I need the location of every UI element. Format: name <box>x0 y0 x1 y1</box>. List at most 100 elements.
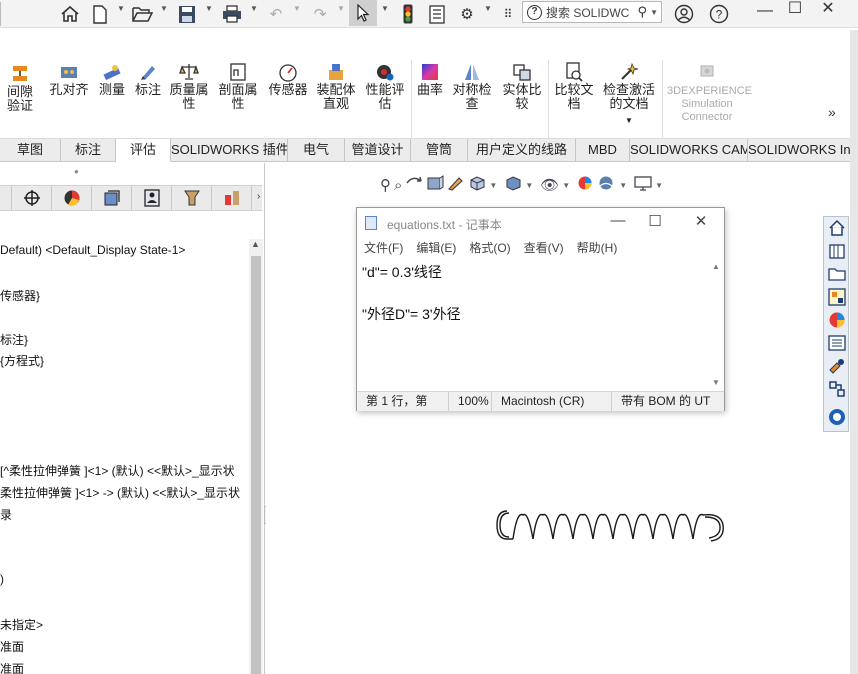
tab-mbd[interactable]: MBD <box>576 139 630 162</box>
tab-piping[interactable]: 管道设计 <box>345 139 411 162</box>
assemblyxpert-button[interactable]: 装配体直观 <box>314 62 358 111</box>
fluent-ui-icon[interactable]: ⠿ <box>498 2 518 26</box>
performance-evaluation-button[interactable]: 性能评估 <box>363 62 407 111</box>
dynamic-annotation-view-icon[interactable] <box>447 175 465 195</box>
apply-scene-icon[interactable] <box>598 175 616 195</box>
cam-operation-icon[interactable] <box>212 186 252 210</box>
view-orientation-dropdown-icon[interactable]: ▼ <box>489 181 497 190</box>
help-icon[interactable]: ? <box>707 2 731 26</box>
panel-tab-hidden[interactable] <box>0 186 12 210</box>
tree-item-sensors[interactable]: 传感器} <box>0 287 40 304</box>
tab-markup[interactable]: 标注 <box>61 139 116 162</box>
tree-item-spring-part-2[interactable]: 柔性拉伸弹簧 ]<1> -> (默认) <<默认>_显示状 <box>0 484 240 501</box>
3dexperience-icon[interactable] <box>827 408 847 428</box>
open-dropdown-icon[interactable]: ▼ <box>160 4 168 13</box>
tab-evaluate[interactable]: 评估 <box>116 139 171 162</box>
undo-icon[interactable]: ↶ <box>265 2 287 26</box>
notepad-minimize-button[interactable]: — <box>603 212 633 229</box>
tab-solidworks-cam[interactable]: SOLIDWORKS CAM <box>630 139 748 162</box>
edit-appearance-icon[interactable] <box>577 175 595 195</box>
home-icon[interactable] <box>58 2 82 26</box>
notepad-title-bar[interactable]: equations.txt - 记事本 — ☐ ✕ <box>357 208 724 238</box>
tree-item-configuration[interactable]: Default) <Default_Display State-1> <box>0 243 185 257</box>
curvature-button[interactable]: 曲率 <box>414 62 446 97</box>
user-account-icon[interactable] <box>672 2 696 26</box>
custom-properties-icon[interactable] <box>827 334 847 354</box>
tab-user-defined-route[interactable]: 用户定义的线路 <box>468 139 576 162</box>
sensor-button[interactable]: 传感器 <box>266 62 310 97</box>
options-dropdown-icon[interactable]: ▼ <box>484 4 492 13</box>
section-view-icon[interactable] <box>426 175 444 195</box>
view-settings-dropdown-icon[interactable]: ▼ <box>655 181 663 190</box>
save-icon[interactable] <box>176 2 198 26</box>
tree-item-spring-part-1[interactable]: [^柔性拉伸弹簧 ]<1> (默认) <<默认>_显示状 <box>0 462 235 479</box>
apply-scene-dropdown-icon[interactable]: ▼ <box>619 181 627 190</box>
minimize-button[interactable]: — <box>750 2 780 22</box>
check-active-dropdown-icon[interactable]: ▼ <box>600 114 658 128</box>
notepad-maximize-button[interactable]: ☐ <box>640 212 670 230</box>
tree-item-annotations[interactable]: 标注} <box>0 331 28 348</box>
notepad-scrollbar[interactable]: ▲ ▼ <box>709 258 723 391</box>
restore-button[interactable]: ☐ <box>780 0 810 20</box>
tab-sketch[interactable]: 草图 <box>0 139 61 162</box>
view-orientation-icon[interactable] <box>468 175 486 195</box>
display-manager-icon[interactable] <box>132 186 172 210</box>
menu-format[interactable]: 格式(O) <box>469 238 510 258</box>
file-explorer-icon[interactable] <box>827 265 847 285</box>
compare-bodies-button[interactable]: 实体比较 <box>500 62 544 111</box>
3d-interconnect-icon[interactable] <box>827 380 847 400</box>
zoom-to-fit-icon[interactable]: ⚲ <box>380 176 391 194</box>
menu-help[interactable]: 帮助(H) <box>577 238 618 258</box>
menu-file[interactable]: 文件(F) <box>364 238 403 258</box>
appearances-scenes-icon[interactable] <box>827 311 847 331</box>
panel-tabs-more-icon[interactable]: › <box>257 191 260 202</box>
notepad-text-area[interactable]: "d"= 0.3'线径 "外径D"= 3'外径 <box>359 258 709 391</box>
tab-solidworks-inspection[interactable]: SOLIDWORKS In... <box>748 139 850 162</box>
tab-solidworks-addins[interactable]: SOLIDWORKS 插件 <box>171 139 288 162</box>
scrollbar-thumb[interactable] <box>251 256 261 674</box>
symmetry-check-button[interactable]: 对称检查 <box>450 62 494 111</box>
dimxpert-icon[interactable] <box>92 186 132 210</box>
spring-model[interactable] <box>493 505 728 545</box>
tab-tubing[interactable]: 管筒 <box>411 139 468 162</box>
notepad-scroll-up-icon[interactable]: ▲ <box>712 262 720 271</box>
tab-electrical[interactable]: 电气 <box>288 139 345 162</box>
display-style-dropdown-icon[interactable]: ▼ <box>525 181 533 190</box>
new-document-icon[interactable] <box>89 2 111 26</box>
open-icon[interactable] <box>131 2 155 26</box>
property-manager-icon[interactable] <box>12 186 52 210</box>
clearance-verification-button[interactable]: 间隙验证 <box>0 64 40 113</box>
panel-grip-icon[interactable]: ● <box>74 167 79 176</box>
section-properties-button[interactable]: 剖面属性 <box>216 62 260 111</box>
previous-view-icon[interactable] <box>405 175 423 195</box>
search-dropdown-icon[interactable]: ▼ <box>650 8 658 17</box>
redo-dropdown-icon[interactable]: ▼ <box>337 4 345 13</box>
options-gear-icon[interactable]: ⚙ <box>456 2 478 26</box>
tree-item-paren[interactable]: ) <box>0 572 4 586</box>
print-dropdown-icon[interactable]: ▼ <box>250 4 258 13</box>
search-icon[interactable]: ⚲ <box>638 4 648 20</box>
new-dropdown-icon[interactable]: ▼ <box>117 4 125 13</box>
hide-show-dropdown-icon[interactable]: ▼ <box>562 181 570 190</box>
ribbon-more-icon[interactable]: » <box>828 104 836 120</box>
tree-item-history[interactable]: 录 <box>0 506 12 523</box>
configuration-manager-icon[interactable] <box>52 186 92 210</box>
print-icon[interactable] <box>220 2 244 26</box>
redo-icon[interactable]: ↷ <box>309 2 331 26</box>
3dexperience-simulation-connector-button[interactable]: 3DEXPERIENCE Simulation Connector <box>666 64 752 124</box>
mass-properties-button[interactable]: 质量属性 <box>168 62 210 111</box>
scroll-up-icon[interactable]: ▲ <box>251 239 260 249</box>
menu-edit[interactable]: 编辑(E) <box>416 238 456 258</box>
file-properties-icon[interactable] <box>426 2 448 26</box>
tree-item-equations[interactable]: {方程式} <box>0 352 44 369</box>
notepad-window[interactable]: equations.txt - 记事本 — ☐ ✕ 文件(F) 编辑(E) 格式… <box>356 207 725 411</box>
undo-dropdown-icon[interactable]: ▼ <box>293 4 301 13</box>
markup-button[interactable]: 标注 <box>133 62 163 97</box>
solidworks-resources-icon[interactable] <box>827 219 847 239</box>
view-palette-icon[interactable] <box>827 288 847 308</box>
menu-view[interactable]: 查看(V) <box>524 238 564 258</box>
cam-feature-icon[interactable] <box>172 186 212 210</box>
tree-scrollbar[interactable]: ▲ <box>249 239 263 674</box>
notepad-scroll-down-icon[interactable]: ▼ <box>712 378 720 387</box>
zoom-to-area-icon[interactable]: ⌕ <box>394 177 402 194</box>
